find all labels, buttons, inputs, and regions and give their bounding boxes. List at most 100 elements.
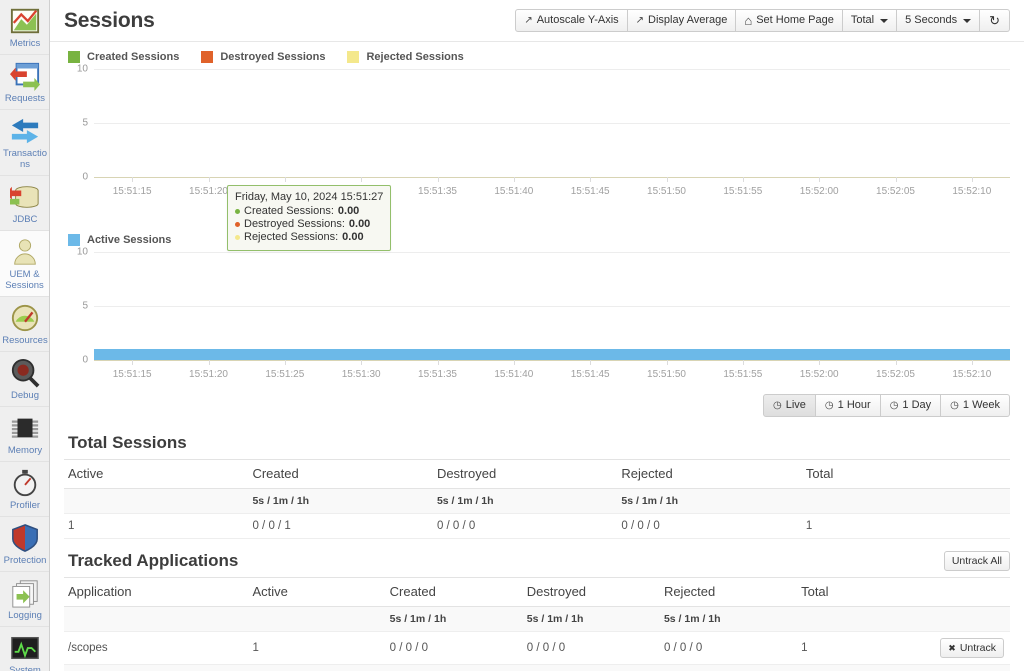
x-axis-tick-mark bbox=[666, 177, 668, 182]
total-sessions-title: Total Sessions bbox=[68, 433, 187, 452]
sidebar-item-metrics[interactable]: Metrics bbox=[0, 0, 49, 55]
sidebar-item-label: UEM & Sessions bbox=[5, 269, 44, 291]
column-header: Active bbox=[64, 459, 249, 489]
header-button-label: Total bbox=[850, 14, 875, 26]
x-axis-tick-label: 15:51:40 bbox=[494, 369, 534, 380]
header-button-total[interactable]: Total bbox=[842, 9, 898, 32]
range-button-label: 1 Day bbox=[902, 399, 932, 411]
header-button-display-average[interactable]: ↗ Display Average bbox=[627, 9, 737, 32]
subheader-cell: 5s / 1m / 1h bbox=[432, 488, 618, 514]
active-sessions-chart-block: Active Sessions 0 5 10 15:51:15 15:51:20 15:… bbox=[64, 225, 1010, 382]
range-button-label: 1 Week bbox=[962, 399, 1000, 411]
header-button-5-seconds[interactable]: 5 Seconds bbox=[897, 9, 981, 32]
grid-line bbox=[94, 252, 1010, 253]
range-button-live[interactable]: ◷ Live bbox=[763, 394, 816, 417]
active-sessions-chart-plot[interactable]: 0 5 10 15:51:15 15:51:20 15:51:25 15:51:30 15:… bbox=[64, 247, 1010, 382]
header-button-label: Display Average bbox=[648, 14, 728, 26]
legend-item[interactable]: Rejected Sessions bbox=[347, 51, 464, 63]
header-button-autoscale-y-axis[interactable]: ↗ Autoscale Y-Axis bbox=[515, 9, 628, 32]
x-axis-tick-mark bbox=[971, 360, 973, 365]
sidebar-item-memory[interactable]: Memory bbox=[0, 407, 49, 462]
chart-area-icon bbox=[10, 6, 40, 36]
legend-label: Rejected Sessions bbox=[366, 51, 464, 63]
close-icon: ✖ bbox=[948, 642, 956, 653]
legend-item[interactable]: Destroyed Sessions bbox=[201, 51, 325, 63]
table-cell: 0 / 0 / 1 bbox=[248, 513, 433, 539]
chevron-down-icon bbox=[880, 18, 889, 23]
sidebar-item-label: Debug bbox=[11, 390, 39, 401]
column-header: Created bbox=[385, 577, 523, 607]
x-axis-tick-mark bbox=[208, 360, 210, 365]
x-axis-tick-label: 15:51:50 bbox=[647, 186, 686, 197]
system-icon bbox=[10, 633, 40, 663]
tooltip-series-dot-icon bbox=[235, 222, 240, 227]
legend-label: Destroyed Sessions bbox=[220, 51, 326, 63]
sidebar-item-label: Resources bbox=[2, 335, 48, 346]
sidebar-item-logging[interactable]: Logging bbox=[0, 572, 49, 627]
diagonal-arrow-icon: ↗ bbox=[524, 15, 533, 26]
tooltip-row: Created Sessions: 0.00 bbox=[235, 205, 383, 218]
sidebar-item-jdbc[interactable]: JDBC bbox=[0, 176, 49, 231]
column-header: Created bbox=[248, 459, 433, 489]
sidebar-item-resources[interactable]: Resources bbox=[0, 297, 49, 352]
untrack-button[interactable]: ✖ Untrack bbox=[940, 638, 1004, 658]
x-axis-tick-label: 15:51:25 bbox=[265, 369, 305, 380]
sidebar: Metrics Requests Transactions JDBC UEM & Ses… bbox=[0, 0, 50, 671]
x-axis-tick-label: 15:52:00 bbox=[799, 186, 839, 197]
sessions-chart-plot[interactable]: 0510 15:51:1515:51:2015:51:2515:51:3015:… bbox=[64, 64, 1010, 199]
table-cell: 0 / 0 / 0 bbox=[659, 631, 798, 665]
clock-icon: ◷ bbox=[824, 400, 834, 411]
legend-swatch-icon bbox=[68, 51, 80, 63]
legend-label: Active Sessions bbox=[87, 234, 172, 246]
sidebar-item-requests[interactable]: Requests bbox=[0, 55, 49, 110]
table-cell-action bbox=[910, 664, 1010, 671]
tooltip-series-label: Destroyed Sessions: bbox=[244, 218, 345, 230]
sidebar-item-transactions[interactable]: Transactions bbox=[0, 110, 49, 176]
subheader-cell bbox=[64, 606, 249, 632]
total-sessions-table: Active Created Destroyed Rejected Total 5s /… bbox=[64, 459, 1010, 539]
sidebar-item-protection[interactable]: Protection bbox=[0, 517, 49, 572]
tooltip-series-label: Rejected Sessions: bbox=[244, 231, 339, 243]
column-header: Destroyed bbox=[522, 577, 660, 607]
refresh-button[interactable]: ↻ bbox=[980, 9, 1010, 32]
x-axis-tick-mark bbox=[208, 177, 210, 182]
shield-icon bbox=[10, 523, 40, 553]
sidebar-item-debug[interactable]: Debug bbox=[0, 352, 49, 407]
x-axis-tick-label: 15:51:15 bbox=[112, 369, 152, 380]
subheader-cell: 5s / 1m / 1h bbox=[385, 606, 523, 632]
column-header: Total bbox=[797, 577, 911, 607]
tracked-applications-title: Tracked Applications bbox=[68, 551, 239, 570]
subheader-cell bbox=[64, 488, 249, 514]
x-axis-tick-mark bbox=[284, 177, 286, 182]
legend-item[interactable]: Active Sessions bbox=[68, 234, 171, 246]
range-button-1-week[interactable]: ◷ 1 Week bbox=[941, 394, 1010, 417]
sidebar-item-profiler[interactable]: Profiler bbox=[0, 462, 49, 517]
x-axis-tick-mark bbox=[666, 360, 668, 365]
grid-line bbox=[94, 123, 1010, 124]
table-cell: 0 / 0 / 0 bbox=[522, 664, 660, 671]
sidebar-item-system[interactable]: System bbox=[0, 627, 49, 671]
legend-item[interactable]: Created Sessions bbox=[68, 51, 179, 63]
x-axis-tick-label: 15:51:20 bbox=[189, 186, 228, 197]
table-row: /scopes 1 0 / 0 / 00 / 0 / 00 / 0 / 0 1 ✖ Unt… bbox=[64, 631, 1010, 665]
tooltip-row: Rejected Sessions: 0.00 bbox=[235, 231, 383, 244]
x-axis-tick-mark bbox=[895, 177, 897, 182]
range-button-1-day[interactable]: ◷ 1 Day bbox=[880, 394, 942, 417]
total-sessions-header: Total Sessions bbox=[64, 421, 1010, 459]
sidebar-item-label: Profiler bbox=[9, 500, 41, 511]
y-axis-tick-label: 5 bbox=[82, 117, 88, 129]
sidebar-item-uem-sessions[interactable]: UEM & Sessions bbox=[0, 231, 49, 297]
table-cell-action: ✖ Untrack bbox=[910, 631, 1010, 665]
x-axis-tick-mark bbox=[513, 177, 515, 182]
range-button-label: Live bbox=[785, 399, 806, 411]
x-axis-tick-label: 15:51:35 bbox=[418, 369, 457, 380]
x-axis-tick-mark bbox=[819, 360, 821, 365]
untrack-all-button[interactable]: Untrack All bbox=[943, 551, 1010, 571]
header-button-set-home-page[interactable]: ⌂ Set Home Page bbox=[736, 9, 843, 32]
table-header-row: Active Created Destroyed Rejected Total bbox=[64, 459, 1010, 489]
x-axis-tick-mark bbox=[437, 177, 439, 182]
table-cell: 1 bbox=[797, 631, 911, 665]
x-axis-tick-label: 15:51:45 bbox=[570, 186, 610, 197]
range-button-1-hour[interactable]: ◷ 1 Hour bbox=[815, 394, 881, 417]
tooltip-series-value: 0.00 bbox=[348, 218, 371, 230]
